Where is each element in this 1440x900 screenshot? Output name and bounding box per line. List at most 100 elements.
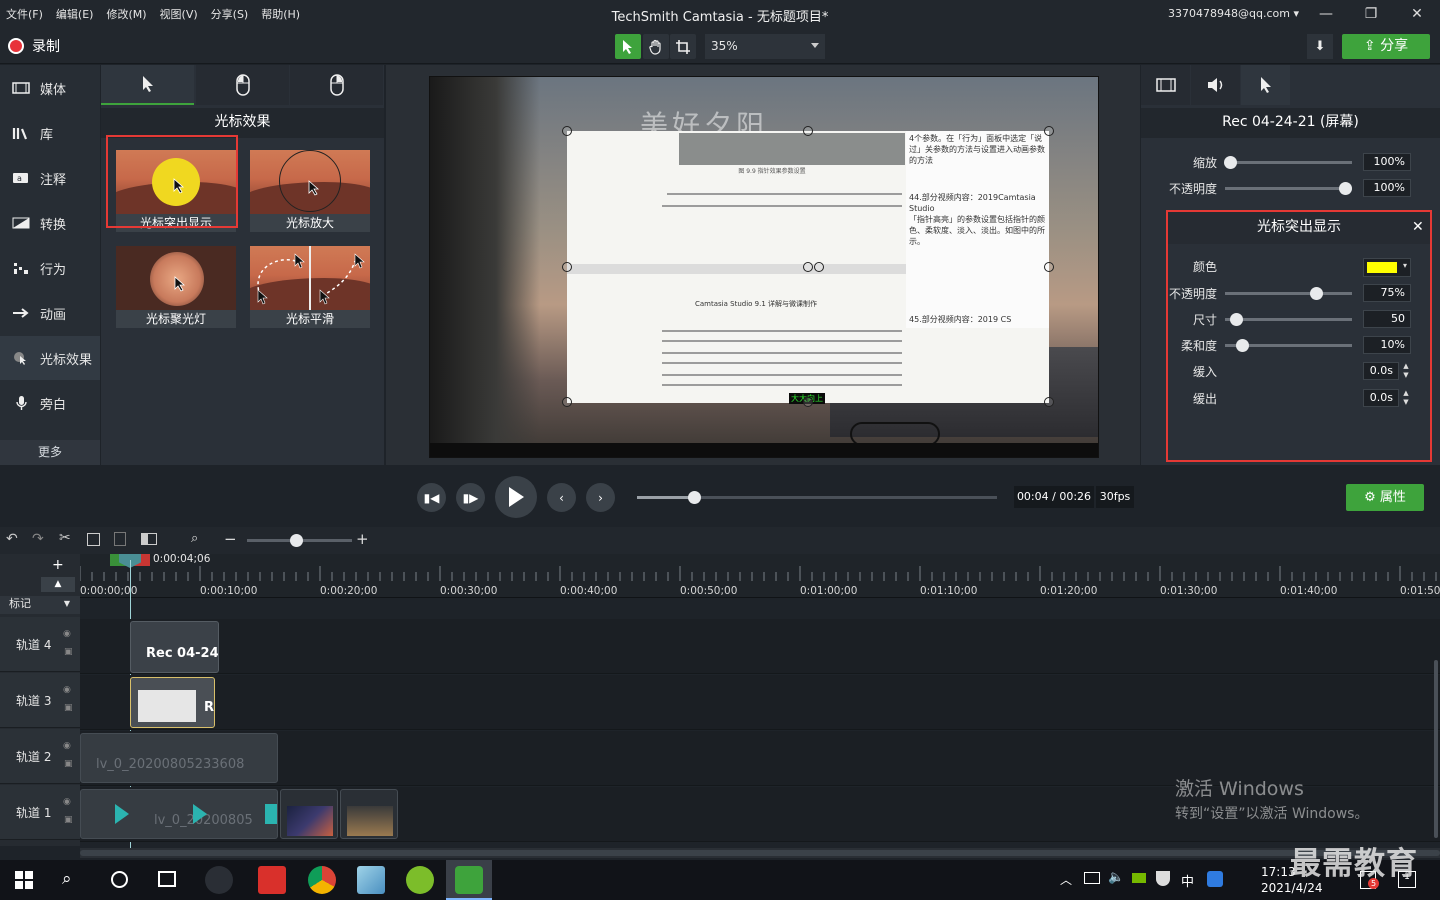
nvidia-icon[interactable] bbox=[1132, 873, 1146, 883]
share-button[interactable]: ⇪ 分享 bbox=[1342, 34, 1430, 59]
close-button[interactable]: ✕ bbox=[1402, 4, 1432, 24]
collapse-tracks-button[interactable]: ▲ bbox=[41, 577, 75, 592]
tab-cursor-effects[interactable] bbox=[101, 65, 194, 105]
timeline-zoom-knob[interactable] bbox=[290, 534, 303, 547]
sidebar-item-annotations[interactable]: a 注释 bbox=[0, 156, 100, 200]
start-icon[interactable] bbox=[15, 871, 33, 889]
copy-icon[interactable] bbox=[87, 533, 100, 546]
effect-card-spotlight[interactable]: 光标聚光灯 bbox=[116, 246, 236, 328]
tab-visual-properties[interactable] bbox=[1141, 65, 1190, 105]
track-3-header[interactable]: 轨道 3 ◉ ▣ bbox=[0, 673, 80, 728]
fade-in-stepper[interactable]: ▲ ▼ bbox=[1401, 362, 1411, 380]
close-icon[interactable]: ✕ bbox=[1412, 219, 1424, 235]
lock-icon[interactable]: ▣ bbox=[64, 759, 73, 769]
maximize-button[interactable]: ❐ bbox=[1356, 4, 1386, 24]
next-marker-button[interactable]: › bbox=[586, 483, 615, 512]
cursor-opacity-slider[interactable] bbox=[1225, 292, 1352, 295]
scale-value[interactable]: 100% bbox=[1363, 153, 1411, 171]
menu-edit[interactable]: 编辑(E) bbox=[56, 6, 94, 22]
search-icon[interactable]: ⌕ bbox=[191, 531, 198, 546]
app-icon-blue[interactable] bbox=[357, 866, 385, 894]
resize-handle[interactable] bbox=[562, 262, 572, 272]
track-1-header[interactable]: 轨道 1 ◉ ▣ bbox=[0, 785, 80, 840]
resize-handle[interactable] bbox=[1044, 262, 1054, 272]
markers-toggle[interactable]: 标记 ▼ bbox=[0, 596, 80, 614]
sidebar-item-cursor-effects[interactable]: 光标效果 bbox=[0, 336, 100, 380]
eye-icon[interactable]: ◉ bbox=[63, 797, 71, 807]
lock-icon[interactable]: ▣ bbox=[64, 703, 73, 713]
zoom-in-icon[interactable]: + bbox=[356, 530, 369, 548]
tab-audio-properties[interactable] bbox=[1191, 65, 1240, 105]
track-2-header[interactable]: 轨道 2 ◉ ▣ bbox=[0, 729, 80, 784]
fade-in-value[interactable]: 0.0s bbox=[1363, 362, 1399, 380]
resize-handle[interactable] bbox=[562, 397, 572, 407]
cortana-icon[interactable] bbox=[111, 871, 128, 888]
security-icon[interactable] bbox=[1156, 871, 1170, 886]
tab-right-click-effects[interactable] bbox=[290, 65, 383, 105]
sidebar-item-transitions[interactable]: 转换 bbox=[0, 201, 100, 245]
track-4-clip[interactable]: Rec 04-24- bbox=[130, 621, 219, 673]
rotate-handle[interactable] bbox=[814, 262, 824, 272]
timeline-ruler[interactable]: 0:00:00;00 0:00:10;00 0:00:20;00 0:00:30;00… bbox=[80, 554, 1440, 598]
effect-card-magnify[interactable]: 光标放大 bbox=[250, 150, 370, 232]
sidebar-item-animations[interactable]: 动画 bbox=[0, 291, 100, 335]
paste-icon[interactable] bbox=[114, 532, 126, 546]
scale-slider-knob[interactable] bbox=[1224, 156, 1237, 169]
sidebar-item-media[interactable]: 媒体 bbox=[0, 66, 100, 110]
add-track-icon[interactable]: + bbox=[52, 557, 64, 573]
tab-left-click-effects[interactable] bbox=[196, 65, 289, 105]
scrollbar-thumb[interactable] bbox=[80, 850, 1440, 856]
track-4-header[interactable]: 轨道 4 ◉ ▣ bbox=[0, 617, 80, 672]
opacity-slider-knob[interactable] bbox=[1339, 182, 1352, 195]
lock-icon[interactable]: ▣ bbox=[64, 647, 73, 657]
opacity-value[interactable]: 100% bbox=[1363, 179, 1411, 197]
chevron-up-icon[interactable]: ︿ bbox=[1060, 871, 1072, 888]
track-1-clip-3[interactable] bbox=[340, 789, 398, 839]
fade-out-value[interactable]: 0.0s bbox=[1363, 389, 1399, 407]
eye-icon[interactable]: ◉ bbox=[63, 629, 71, 639]
record-button[interactable]: 录制 bbox=[8, 36, 60, 56]
resize-handle[interactable] bbox=[803, 397, 813, 407]
cursor-opacity-value[interactable]: 75% bbox=[1363, 284, 1411, 302]
play-button[interactable] bbox=[495, 476, 537, 518]
color-picker[interactable]: ▾ bbox=[1363, 258, 1411, 277]
crop-tool-button[interactable] bbox=[670, 34, 696, 59]
properties-button[interactable]: ⚙ 属性 bbox=[1346, 484, 1424, 511]
menu-modify[interactable]: 修改(M) bbox=[106, 6, 146, 22]
track-2-clip[interactable]: lv_0_20200805233608 bbox=[80, 733, 278, 783]
app-icon-green[interactable] bbox=[406, 866, 434, 894]
lock-icon[interactable]: ▣ bbox=[64, 815, 73, 825]
resize-handle[interactable] bbox=[562, 126, 572, 136]
task-view-icon[interactable] bbox=[158, 871, 176, 887]
menu-file[interactable]: 文件(F) bbox=[6, 6, 43, 22]
timeline-vertical-scrollbar[interactable] bbox=[1434, 660, 1438, 838]
menu-help[interactable]: 帮助(H) bbox=[261, 6, 300, 22]
account-menu[interactable]: 3370478948@qq.com ▾ bbox=[1168, 7, 1299, 20]
app-icon-pinwheel[interactable] bbox=[205, 866, 233, 894]
track-1-clip[interactable]: lv_0_20200805 bbox=[80, 789, 278, 839]
step-forward-button[interactable]: ▮▶ bbox=[456, 483, 485, 512]
minimize-button[interactable]: — bbox=[1311, 4, 1341, 24]
sidebar-item-behaviors[interactable]: 行为 bbox=[0, 246, 100, 290]
size-value[interactable]: 50 bbox=[1363, 310, 1411, 328]
sidebar-item-narration[interactable]: 旁白 bbox=[0, 381, 100, 425]
qq-icon[interactable] bbox=[1207, 871, 1223, 887]
chrome-icon[interactable] bbox=[308, 866, 336, 894]
search-icon[interactable]: ⌕ bbox=[62, 869, 72, 889]
softness-slider-knob[interactable] bbox=[1235, 339, 1249, 352]
split-icon[interactable] bbox=[141, 533, 157, 545]
size-slider-knob[interactable] bbox=[1229, 313, 1243, 326]
volume-icon[interactable]: 🔈 bbox=[1108, 870, 1124, 885]
softness-value[interactable]: 10% bbox=[1363, 336, 1411, 354]
zoom-select[interactable]: 35% bbox=[705, 34, 825, 59]
resize-handle[interactable] bbox=[803, 126, 813, 136]
ime-indicator[interactable]: 中 bbox=[1181, 871, 1194, 890]
redo-icon[interactable]: ↷ bbox=[32, 531, 44, 547]
previous-marker-button[interactable]: ‹ bbox=[547, 483, 576, 512]
track-1-clip-2[interactable] bbox=[280, 789, 338, 839]
network-icon[interactable] bbox=[1084, 872, 1100, 884]
opacity-slider[interactable] bbox=[1225, 187, 1352, 190]
menu-view[interactable]: 视图(V) bbox=[160, 6, 198, 22]
more-button[interactable]: 更多 bbox=[0, 440, 100, 465]
menu-share[interactable]: 分享(S) bbox=[211, 6, 249, 22]
